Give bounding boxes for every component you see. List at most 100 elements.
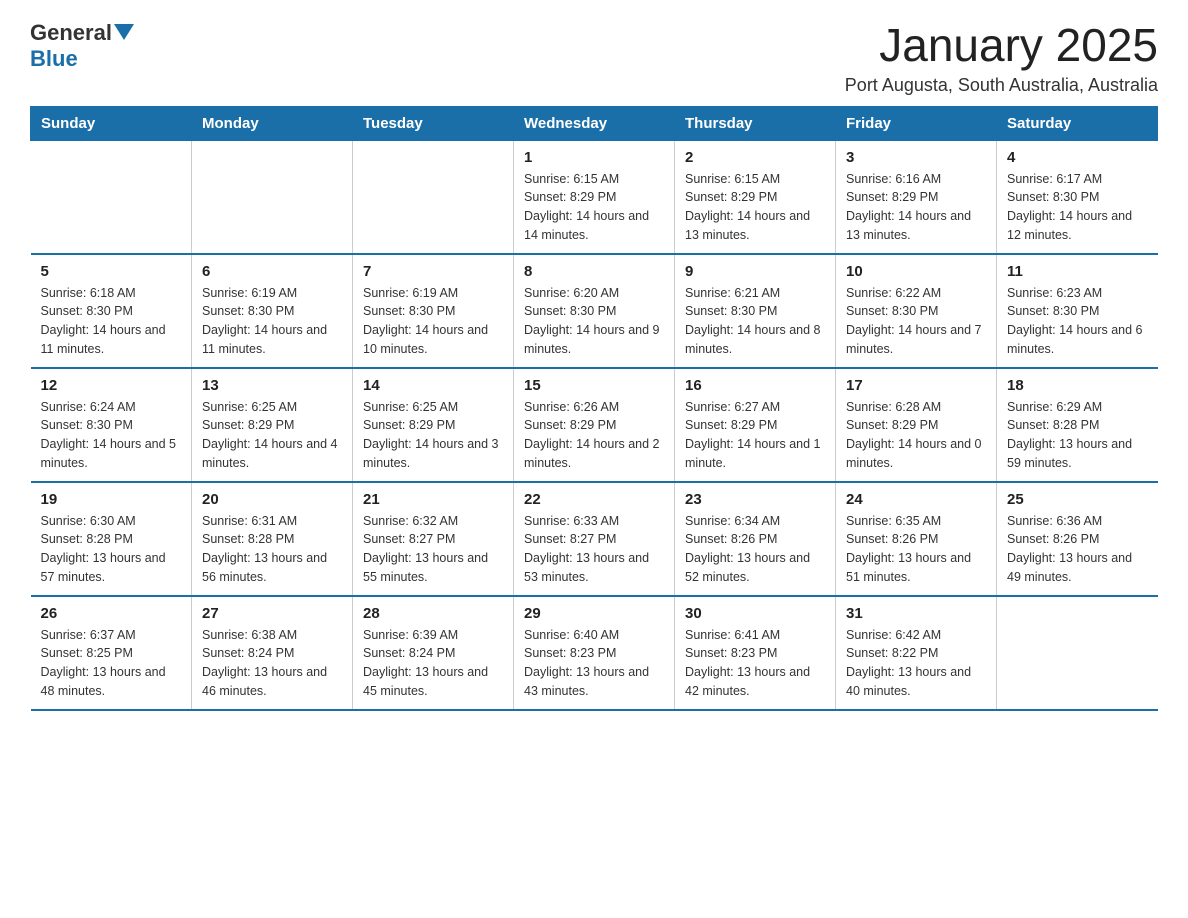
day-cell: 19 Sunrise: 6:30 AM Sunset: 8:28 PM Dayli… [31,482,192,596]
day-info: Sunrise: 6:25 AM Sunset: 8:29 PM Dayligh… [363,398,503,473]
day-cell: 8Sunrise: 6:20 AM Sunset: 8:30 PM Daylig… [514,254,675,368]
day-cell: 21 Sunrise: 6:32 AM Sunset: 8:27 PM Dayli… [353,482,514,596]
weekday-header-thursday: Thursday [675,106,836,140]
day-info: Sunrise: 6:26 AM Sunset: 8:29 PM Dayligh… [524,398,664,473]
day-number: 21 [363,491,503,508]
day-cell: 22Sunrise: 6:33 AM Sunset: 8:27 PM Dayli… [514,482,675,596]
day-cell: 18 Sunrise: 6:29 AM Sunset: 8:28 PM Dayli… [997,368,1158,482]
day-cell: 24 Sunrise: 6:35 AM Sunset: 8:26 PM Dayli… [836,482,997,596]
day-cell: 15 Sunrise: 6:26 AM Sunset: 8:29 PM Dayli… [514,368,675,482]
weekday-header-wednesday: Wednesday [514,106,675,140]
day-number: 30 [685,605,825,622]
logo-text: General Blue [30,20,134,72]
day-number: 20 [202,491,342,508]
weekday-header-row: SundayMondayTuesdayWednesdayThursdayFrid… [31,106,1158,140]
day-number: 2 [685,149,825,166]
day-info: Sunrise: 6:42 AM Sunset: 8:22 PM Dayligh… [846,626,986,701]
day-number: 12 [41,377,182,394]
day-cell [192,140,353,254]
day-info: Sunrise: 6:37 AM Sunset: 8:25 PM Dayligh… [41,626,182,701]
weekday-header-tuesday: Tuesday [353,106,514,140]
day-number: 10 [846,263,986,280]
day-cell: 9 Sunrise: 6:21 AM Sunset: 8:30 PM Daylig… [675,254,836,368]
title-block: January 2025 Port Augusta, South Austral… [845,20,1158,96]
day-number: 7 [363,263,503,280]
week-row-5: 26 Sunrise: 6:37 AM Sunset: 8:25 PM Dayli… [31,596,1158,710]
day-cell: 10 Sunrise: 6:22 AM Sunset: 8:30 PM Dayli… [836,254,997,368]
weekday-header-saturday: Saturday [997,106,1158,140]
weekday-header-friday: Friday [836,106,997,140]
day-info: Sunrise: 6:20 AM Sunset: 8:30 PM Dayligh… [524,284,664,359]
day-info: Sunrise: 6:41 AM Sunset: 8:23 PM Dayligh… [685,626,825,701]
day-info: Sunrise: 6:18 AM Sunset: 8:30 PM Dayligh… [41,284,182,359]
day-cell: 28 Sunrise: 6:39 AM Sunset: 8:24 PM Dayli… [353,596,514,710]
day-number: 22 [524,491,664,508]
day-cell: 31 Sunrise: 6:42 AM Sunset: 8:22 PM Dayli… [836,596,997,710]
day-number: 14 [363,377,503,394]
day-info: Sunrise: 6:15 AM Sunset: 8:29 PM Dayligh… [685,170,825,245]
day-info: Sunrise: 6:39 AM Sunset: 8:24 PM Dayligh… [363,626,503,701]
day-number: 9 [685,263,825,280]
week-row-2: 5 Sunrise: 6:18 AM Sunset: 8:30 PM Daylig… [31,254,1158,368]
logo-arrow-icon [114,24,134,40]
day-info: Sunrise: 6:19 AM Sunset: 8:30 PM Dayligh… [363,284,503,359]
weekday-header-sunday: Sunday [31,106,192,140]
day-number: 13 [202,377,342,394]
day-number: 18 [1007,377,1148,394]
calendar-subtitle: Port Augusta, South Australia, Australia [845,75,1158,96]
day-number: 24 [846,491,986,508]
day-number: 11 [1007,263,1148,280]
day-cell: 6Sunrise: 6:19 AM Sunset: 8:30 PM Daylig… [192,254,353,368]
day-cell: 23Sunrise: 6:34 AM Sunset: 8:26 PM Dayli… [675,482,836,596]
day-info: Sunrise: 6:15 AM Sunset: 8:29 PM Dayligh… [524,170,664,245]
week-row-3: 12 Sunrise: 6:24 AM Sunset: 8:30 PM Dayli… [31,368,1158,482]
day-cell: 25 Sunrise: 6:36 AM Sunset: 8:26 PM Dayli… [997,482,1158,596]
day-info: Sunrise: 6:19 AM Sunset: 8:30 PM Dayligh… [202,284,342,359]
day-cell: 26 Sunrise: 6:37 AM Sunset: 8:25 PM Dayli… [31,596,192,710]
day-cell: 7 Sunrise: 6:19 AM Sunset: 8:30 PM Daylig… [353,254,514,368]
day-info: Sunrise: 6:22 AM Sunset: 8:30 PM Dayligh… [846,284,986,359]
day-info: Sunrise: 6:40 AM Sunset: 8:23 PM Dayligh… [524,626,664,701]
day-cell: 16Sunrise: 6:27 AM Sunset: 8:29 PM Dayli… [675,368,836,482]
day-number: 28 [363,605,503,622]
weekday-header-monday: Monday [192,106,353,140]
day-info: Sunrise: 6:35 AM Sunset: 8:26 PM Dayligh… [846,512,986,587]
day-cell: 20Sunrise: 6:31 AM Sunset: 8:28 PM Dayli… [192,482,353,596]
day-info: Sunrise: 6:30 AM Sunset: 8:28 PM Dayligh… [41,512,182,587]
day-number: 29 [524,605,664,622]
day-cell: 29 Sunrise: 6:40 AM Sunset: 8:23 PM Dayli… [514,596,675,710]
day-number: 17 [846,377,986,394]
day-number: 5 [41,263,182,280]
day-cell: 2 Sunrise: 6:15 AM Sunset: 8:29 PM Daylig… [675,140,836,254]
day-number: 4 [1007,149,1148,166]
day-info: Sunrise: 6:29 AM Sunset: 8:28 PM Dayligh… [1007,398,1148,473]
day-cell: 13Sunrise: 6:25 AM Sunset: 8:29 PM Dayli… [192,368,353,482]
day-info: Sunrise: 6:36 AM Sunset: 8:26 PM Dayligh… [1007,512,1148,587]
day-number: 27 [202,605,342,622]
calendar-title: January 2025 [845,20,1158,71]
day-number: 19 [41,491,182,508]
day-number: 3 [846,149,986,166]
day-cell: 12 Sunrise: 6:24 AM Sunset: 8:30 PM Dayli… [31,368,192,482]
day-cell: 30 Sunrise: 6:41 AM Sunset: 8:23 PM Dayli… [675,596,836,710]
day-info: Sunrise: 6:32 AM Sunset: 8:27 PM Dayligh… [363,512,503,587]
day-info: Sunrise: 6:16 AM Sunset: 8:29 PM Dayligh… [846,170,986,245]
calendar-table: SundayMondayTuesdayWednesdayThursdayFrid… [30,106,1158,711]
day-number: 23 [685,491,825,508]
logo-blue: Blue [30,46,78,71]
day-number: 1 [524,149,664,166]
day-number: 26 [41,605,182,622]
day-cell: 5 Sunrise: 6:18 AM Sunset: 8:30 PM Daylig… [31,254,192,368]
day-info: Sunrise: 6:21 AM Sunset: 8:30 PM Dayligh… [685,284,825,359]
day-info: Sunrise: 6:38 AM Sunset: 8:24 PM Dayligh… [202,626,342,701]
day-info: Sunrise: 6:17 AM Sunset: 8:30 PM Dayligh… [1007,170,1148,245]
day-info: Sunrise: 6:27 AM Sunset: 8:29 PM Dayligh… [685,398,825,473]
day-cell: 3 Sunrise: 6:16 AM Sunset: 8:29 PM Daylig… [836,140,997,254]
day-number: 25 [1007,491,1148,508]
page-header: General Blue January 2025 Port Augusta, … [30,20,1158,96]
day-number: 31 [846,605,986,622]
day-number: 15 [524,377,664,394]
day-info: Sunrise: 6:24 AM Sunset: 8:30 PM Dayligh… [41,398,182,473]
day-info: Sunrise: 6:28 AM Sunset: 8:29 PM Dayligh… [846,398,986,473]
day-cell [31,140,192,254]
